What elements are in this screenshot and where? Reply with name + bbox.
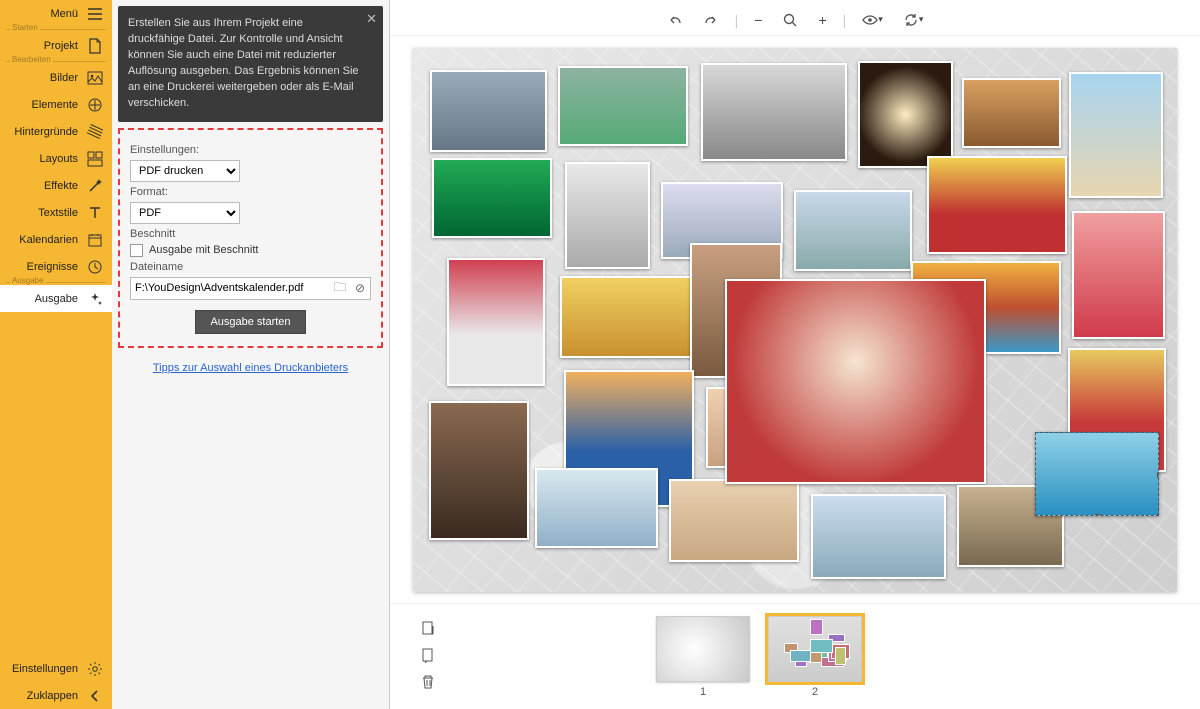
zoom-fit-button[interactable] bbox=[778, 10, 802, 30]
collage-photo[interactable] bbox=[535, 468, 658, 548]
collage-photo[interactable] bbox=[725, 279, 986, 484]
browse-folder-icon[interactable]: 🗀 bbox=[330, 278, 350, 299]
label-format: Format: bbox=[130, 186, 371, 198]
page-thumbnail[interactable]: 1 bbox=[656, 616, 750, 698]
collage-photo[interactable] bbox=[962, 78, 1061, 148]
undo-button[interactable] bbox=[663, 10, 687, 30]
label-einstellungen: Einstellungen: bbox=[130, 144, 371, 156]
beschnitt-checkbox[interactable]: Ausgabe mit Beschnitt bbox=[130, 244, 371, 257]
canvas-toolbar: | − + | ▾ ▾ bbox=[390, 4, 1200, 36]
sidebar-item-effekte[interactable]: Effekte bbox=[0, 172, 112, 199]
einstellungen-select[interactable]: PDF drucken bbox=[130, 160, 240, 182]
sidebar-item-layouts[interactable]: Layouts bbox=[0, 145, 112, 172]
label-beschnitt: Beschnitt bbox=[130, 228, 371, 240]
text-icon bbox=[86, 204, 104, 222]
add-page-button[interactable] bbox=[420, 620, 436, 639]
sidebar-item-bilder[interactable]: Bilder bbox=[0, 64, 112, 91]
pattern-icon bbox=[86, 123, 104, 141]
collage-photo[interactable] bbox=[669, 479, 799, 562]
sidebar-item-hintergruende[interactable]: Hintergründe bbox=[0, 118, 112, 145]
collage-photo[interactable] bbox=[701, 63, 847, 161]
collage-photo[interactable] bbox=[1035, 432, 1159, 516]
duplicate-page-button[interactable] bbox=[420, 647, 436, 666]
page-thumbnail[interactable]: 2 bbox=[768, 616, 862, 698]
collage-photo[interactable] bbox=[858, 61, 953, 168]
clear-icon[interactable]: ⊘ bbox=[350, 281, 370, 295]
layout-icon bbox=[86, 150, 104, 168]
sidebar: Menü Starten Projekt Bearbeiten Bilder E… bbox=[0, 0, 112, 709]
zoom-out-button[interactable]: − bbox=[750, 10, 766, 30]
collage-photo[interactable] bbox=[811, 494, 946, 579]
sidebar-item-textstile[interactable]: Textstile bbox=[0, 199, 112, 226]
hamburger-icon bbox=[86, 5, 104, 23]
sidebar-item-ausgabe[interactable]: Ausgabe bbox=[0, 285, 112, 312]
collage-photo[interactable] bbox=[565, 162, 650, 269]
wand-icon bbox=[86, 177, 104, 195]
collage-photo[interactable] bbox=[794, 190, 912, 271]
collage-photo[interactable] bbox=[429, 401, 529, 540]
output-form: Einstellungen: PDF drucken Format: PDF B… bbox=[118, 128, 383, 348]
ausgabe-starten-button[interactable]: Ausgabe starten bbox=[195, 310, 305, 334]
shapes-icon bbox=[86, 96, 104, 114]
calendar-icon bbox=[86, 231, 104, 249]
sparkle-icon bbox=[86, 290, 104, 308]
thumbnail-label: 2 bbox=[812, 686, 818, 698]
close-icon[interactable]: ✕ bbox=[366, 10, 377, 29]
collage-photo[interactable] bbox=[927, 156, 1067, 254]
page-thumbnails: 12 bbox=[656, 616, 862, 698]
clock-icon bbox=[86, 258, 104, 276]
collage-photo[interactable] bbox=[558, 66, 688, 146]
druckanbieter-link[interactable]: Tipps zur Auswahl eines Druckanbieters bbox=[153, 362, 348, 374]
label-dateiname: Dateiname bbox=[130, 261, 371, 273]
gear-icon bbox=[86, 660, 104, 678]
info-box: ✕ Erstellen Sie aus Ihrem Projekt eine d… bbox=[118, 6, 383, 122]
collage-photo[interactable] bbox=[432, 158, 552, 238]
main-area: | − + | ▾ ▾ 12 bbox=[390, 0, 1200, 709]
collage-photo[interactable] bbox=[430, 70, 547, 152]
zoom-in-button[interactable]: + bbox=[814, 10, 830, 30]
document-icon bbox=[86, 37, 104, 55]
redo-button[interactable] bbox=[699, 10, 723, 30]
format-select[interactable]: PDF bbox=[130, 202, 240, 224]
loop-menu[interactable]: ▾ bbox=[899, 10, 928, 30]
dateiname-field: 🗀 ⊘ bbox=[130, 277, 371, 300]
sidebar-item-einstellungen[interactable]: Einstellungen bbox=[0, 655, 112, 682]
sidebar-item-elemente[interactable]: Elemente bbox=[0, 91, 112, 118]
image-icon bbox=[86, 69, 104, 87]
chevron-left-icon bbox=[86, 687, 104, 705]
collage-photo[interactable] bbox=[447, 258, 545, 386]
output-panel: ✕ Erstellen Sie aus Ihrem Projekt eine d… bbox=[112, 0, 390, 709]
delete-page-button[interactable] bbox=[420, 674, 436, 693]
thumbnail-label: 1 bbox=[700, 686, 706, 698]
sidebar-item-zuklappen[interactable]: Zuklappen bbox=[0, 682, 112, 709]
checkbox-icon bbox=[130, 244, 143, 257]
collage-photo[interactable] bbox=[1069, 72, 1163, 198]
page-footer: 12 bbox=[390, 603, 1200, 709]
collage-photo[interactable] bbox=[1072, 211, 1165, 339]
collage-photo[interactable] bbox=[560, 276, 693, 358]
dateiname-input[interactable] bbox=[131, 278, 330, 298]
view-menu[interactable]: ▾ bbox=[858, 10, 887, 30]
info-text: Erstellen Sie aus Ihrem Projekt eine dru… bbox=[128, 17, 359, 109]
sidebar-item-kalendarien[interactable]: Kalendarien bbox=[0, 226, 112, 253]
canvas[interactable] bbox=[413, 48, 1177, 592]
